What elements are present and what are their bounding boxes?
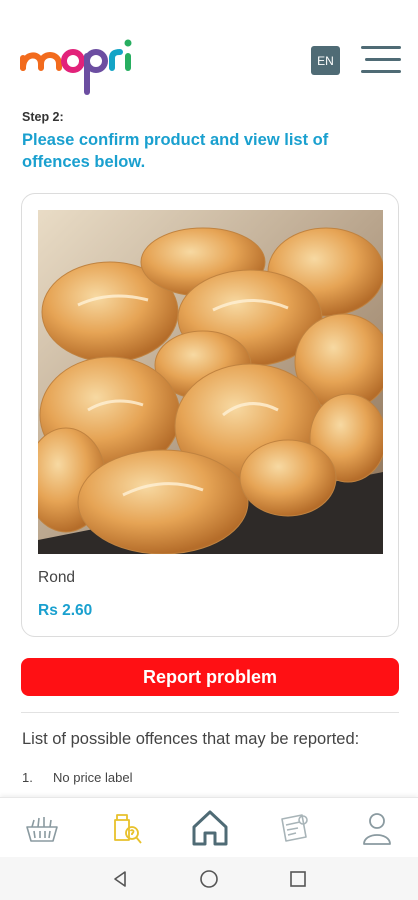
hamburger-menu-icon[interactable] [361,46,401,74]
tab-profile[interactable] [353,806,401,850]
tab-report[interactable] [270,806,318,850]
product-image [38,210,383,554]
product-name: Rond [38,569,76,586]
section-divider [21,712,399,713]
offences-title: List of possible offences that may be re… [22,730,360,748]
report-problem-button[interactable]: Report problem [21,658,399,696]
tab-price-check[interactable] [102,806,150,850]
profile-icon [363,813,391,845]
app-header: EN [0,0,418,100]
report-document-icon [281,814,308,842]
home-icon [192,810,228,846]
home-circle-icon[interactable] [197,867,221,891]
basket-icon [26,817,58,842]
offence-number: 1. [22,770,33,785]
back-icon[interactable] [108,867,132,891]
price-check-icon [114,814,142,844]
step-instruction: Please confirm product and view list of … [22,131,329,171]
product-card[interactable]: Rond Rs 2.60 [21,193,399,637]
tab-basket[interactable] [18,806,66,850]
system-navigation-bar [0,857,418,900]
mopri-logo [20,39,132,95]
step-label: Step 2: [22,110,64,124]
bottom-tab-bar [0,797,418,857]
offence-text: No price label [53,770,133,785]
product-price: Rs 2.60 [38,602,93,619]
recents-icon[interactable] [286,867,310,891]
language-button[interactable]: EN [311,46,340,75]
tab-home[interactable] [186,806,234,850]
offence-item: 1. No price label [22,770,133,785]
